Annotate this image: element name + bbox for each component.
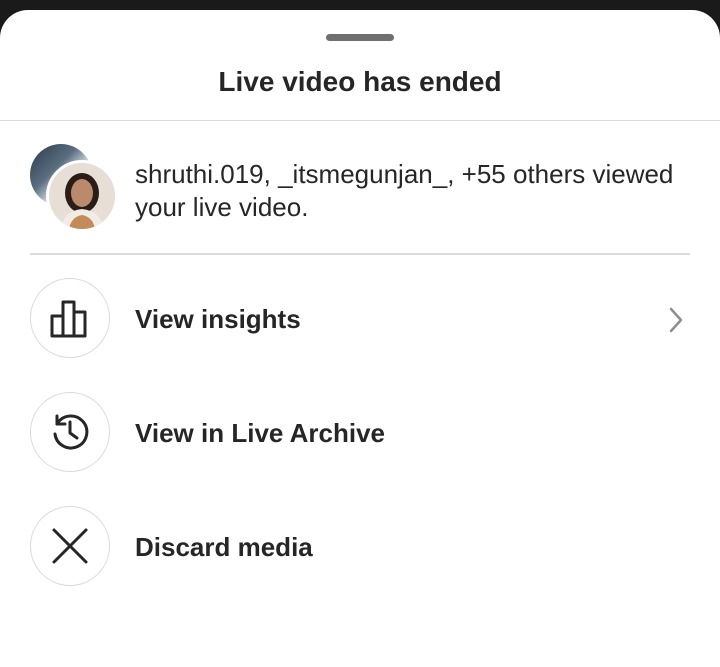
discard-media-button[interactable]: Discard media	[30, 506, 690, 590]
avatar	[46, 160, 118, 232]
icon-circle	[30, 506, 110, 586]
option-label: View in Live Archive	[135, 418, 385, 448]
history-icon	[53, 414, 89, 450]
drag-handle[interactable]	[326, 34, 394, 41]
option-label: Discard media	[135, 532, 313, 562]
bottom-sheet: Live video has ended shruthi.019, _itsme…	[0, 10, 720, 667]
divider	[0, 120, 720, 121]
view-insights-button[interactable]: View insights	[30, 278, 690, 362]
divider	[30, 253, 690, 255]
bar-chart-icon	[50, 300, 87, 338]
viewers-text[interactable]: shruthi.019, _itsmegunjan_, +55 others v…	[135, 158, 690, 224]
option-label: View insights	[135, 304, 301, 334]
icon-circle	[30, 392, 110, 472]
close-icon	[52, 528, 88, 564]
sheet-title: Live video has ended	[218, 66, 502, 97]
chevron-right-icon	[669, 307, 683, 333]
avatar-stack	[30, 144, 118, 232]
icon-circle	[30, 278, 110, 358]
view-live-archive-button[interactable]: View in Live Archive	[30, 392, 690, 476]
viewers-summary: shruthi.019, _itsmegunjan_, +55 others v…	[30, 144, 690, 254]
